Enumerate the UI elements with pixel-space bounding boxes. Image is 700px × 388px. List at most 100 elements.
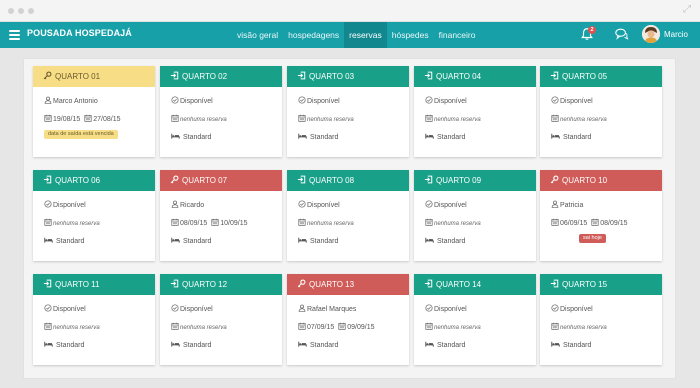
bed-icon	[551, 133, 560, 139]
bed-icon	[171, 237, 180, 243]
availability-line: Disponível	[298, 197, 409, 215]
reservation-status: nenhuma reserva	[307, 117, 354, 123]
reservation-line: nenhuma reserva	[551, 111, 662, 129]
status-tag: sai hoje	[579, 234, 606, 243]
room-card[interactable]: QUARTO 04 Disponível nenhuma reserva Stand…	[414, 66, 536, 157]
tab-reservas[interactable]: reservas	[344, 22, 387, 48]
window-control-zoom[interactable]	[28, 8, 34, 14]
calendar-icon	[338, 322, 346, 330]
availability-status: Disponível	[53, 306, 86, 313]
room-card-body: Disponível nenhuma reserva Standard	[33, 295, 155, 355]
bed-icon	[425, 237, 434, 243]
enter-icon	[424, 279, 433, 288]
room-type-line: Standard	[44, 233, 155, 251]
enter-icon	[43, 175, 52, 184]
reservation-line: nenhuma reserva	[298, 111, 409, 129]
availability-line: Disponível	[298, 93, 409, 111]
expand-icon[interactable]: ⤢	[683, 5, 691, 15]
enter-icon	[424, 71, 433, 80]
availability-status: Disponível	[434, 98, 467, 105]
user-icon	[44, 96, 52, 104]
check-circle-icon	[425, 96, 433, 104]
room-type: Standard	[436, 238, 466, 245]
chat-icon[interactable]	[614, 27, 629, 41]
availability-line: Disponível	[44, 301, 155, 319]
room-card[interactable]: QUARTO 12 Disponível nenhuma reserva Stand…	[160, 274, 282, 365]
calendar-icon	[211, 218, 219, 226]
guest-name: Rafael Marques	[307, 306, 357, 313]
main-nav: visão geral hospedagens reservas hóspede…	[232, 22, 480, 48]
room-card[interactable]: QUARTO 05 Disponível nenhuma reserva Stand…	[540, 66, 662, 157]
room-card[interactable]: QUARTO 07 Ricardo 08/09/15 10/09/15 Standar…	[160, 170, 282, 261]
room-card[interactable]: QUARTO 09 Disponível nenhuma reserva Stand…	[414, 170, 536, 261]
room-card[interactable]: QUARTO 10 Patricia 06/09/15 08/09/15 sai hoj…	[540, 170, 662, 261]
calendar-icon	[171, 322, 179, 330]
room-name: QUARTO 01	[55, 72, 101, 81]
room-card-header: QUARTO 04	[414, 66, 536, 87]
room-card[interactable]: QUARTO 08 Disponível nenhuma reserva Stand…	[287, 170, 409, 261]
availability-line: Disponível	[551, 301, 662, 319]
room-card[interactable]: QUARTO 03 Disponível nenhuma reserva Stand…	[287, 66, 409, 157]
room-name: QUARTO 04	[436, 72, 482, 81]
room-type: Standard	[309, 342, 339, 349]
tab-hospedes[interactable]: hóspedes	[387, 22, 434, 48]
tab-visao-geral[interactable]: visão geral	[232, 22, 283, 48]
checkin-date: 07/09/15	[307, 324, 335, 331]
availability-status: Disponível	[180, 98, 213, 105]
room-type-line: Standard	[425, 233, 536, 251]
room-card-header: QUARTO 03	[287, 66, 409, 87]
check-circle-icon	[425, 304, 433, 312]
tab-financeiro[interactable]: financeiro	[434, 22, 481, 48]
tab-hospedagens[interactable]: hospedagens	[283, 22, 344, 48]
room-card-body: Rafael Marques 07/09/15 09/09/15 Standard	[287, 295, 409, 355]
reservation-line: nenhuma reserva	[425, 215, 536, 233]
room-card[interactable]: QUARTO 01 Marco Antonio 19/08/15 27/08/15 da…	[33, 66, 155, 157]
guest-line: Rafael Marques	[298, 301, 409, 319]
room-card[interactable]: QUARTO 06 Disponível nenhuma reserva Stand…	[33, 170, 155, 261]
calendar-icon	[171, 218, 179, 226]
status-note-row: data de saída está vencida	[44, 129, 155, 139]
room-type-line: Standard	[551, 337, 662, 355]
calendar-icon	[551, 114, 559, 122]
window-control-minimize[interactable]	[18, 8, 24, 14]
room-card[interactable]: QUARTO 15 Disponível nenhuma reserva Stand…	[540, 274, 662, 365]
room-card[interactable]: QUARTO 11 Disponível nenhuma reserva Stand…	[33, 274, 155, 365]
dates-line: 07/09/15 09/09/15	[298, 319, 409, 337]
room-card-header: QUARTO 13	[287, 274, 409, 295]
enter-icon	[170, 279, 179, 288]
enter-icon	[550, 279, 559, 288]
status-tag: data de saída está vencida	[44, 130, 118, 139]
user-avatar[interactable]	[642, 25, 660, 43]
window-titlebar: ⤢	[0, 0, 700, 22]
window-control-close[interactable]	[8, 8, 14, 14]
availability-status: Disponível	[434, 306, 467, 313]
enter-icon	[297, 71, 306, 80]
availability-status: Disponível	[434, 202, 467, 209]
bed-icon	[298, 133, 307, 139]
availability-status: Disponível	[560, 98, 593, 105]
room-type: Standard	[309, 134, 339, 141]
user-name[interactable]: Marcio	[664, 30, 688, 39]
availability-status: Disponível	[307, 202, 340, 209]
check-circle-icon	[425, 200, 433, 208]
room-card-body: Disponível nenhuma reserva Standard	[414, 191, 536, 251]
bed-icon	[298, 237, 307, 243]
check-circle-icon	[551, 304, 559, 312]
calendar-icon	[425, 114, 433, 122]
checkout-date: 08/09/15	[600, 220, 628, 227]
room-card[interactable]: QUARTO 14 Disponível nenhuma reserva Stand…	[414, 274, 536, 365]
room-card[interactable]: QUARTO 13 Rafael Marques 07/09/15 09/09/15 …	[287, 274, 409, 365]
checkin-date: 19/08/15	[53, 116, 81, 123]
hamburger-menu-icon[interactable]	[9, 30, 20, 40]
room-name: QUARTO 11	[55, 280, 100, 289]
room-card[interactable]: QUARTO 02 Disponível nenhuma reserva Stand…	[160, 66, 282, 157]
notification-badge: 2	[588, 26, 596, 34]
user-icon	[551, 200, 559, 208]
checkin-date: 08/09/15	[180, 220, 208, 227]
room-type-line: Standard	[298, 129, 409, 147]
reservation-status: nenhuma reserva	[434, 221, 481, 227]
room-card-body: Disponível nenhuma reserva Standard	[160, 87, 282, 147]
calendar-icon	[84, 114, 92, 122]
top-navigation-bar: POUSADA HOSPEDAJÁ visão geral hospedagen…	[0, 22, 700, 48]
enter-icon	[297, 175, 306, 184]
